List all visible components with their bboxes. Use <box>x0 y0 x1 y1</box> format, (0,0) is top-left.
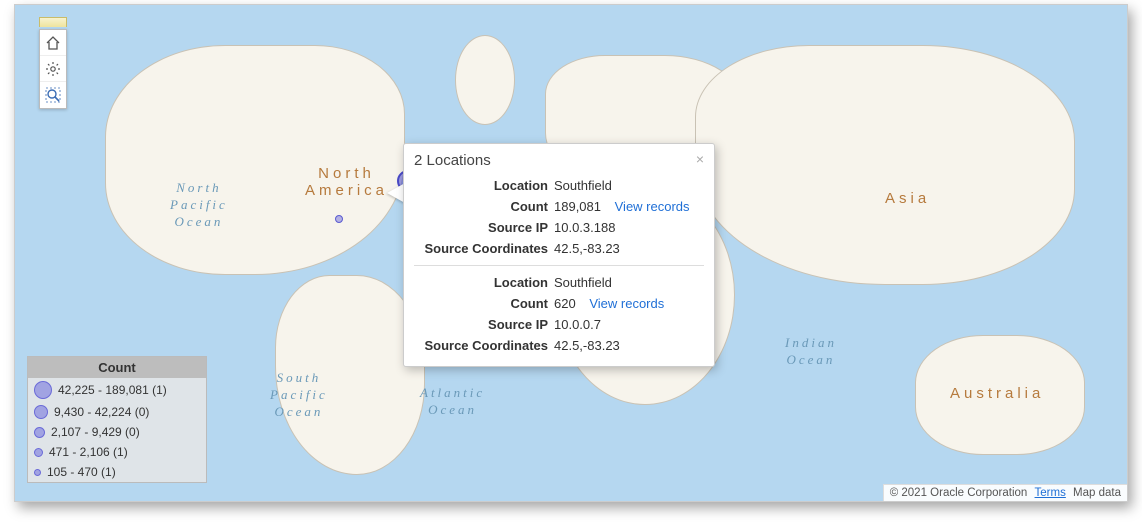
ocean-label-indian: IndianOcean <box>785 335 837 369</box>
popup-key-location: Location <box>414 275 554 290</box>
map-legend: Count 42,225 - 189,081 (1) 9,430 - 42,224… <box>27 356 207 483</box>
legend-range-label: 9,430 - 42,224 (0) <box>54 405 149 419</box>
popup-body: Location Southfield Count 189,081 View r… <box>404 175 714 366</box>
legend-range-label: 105 - 470 (1) <box>47 465 116 479</box>
legend-title: Count <box>28 357 206 378</box>
popup-key-count: Count <box>414 296 554 311</box>
popup-key-coords: Source Coordinates <box>414 338 554 353</box>
view-records-link-0[interactable]: View records <box>615 199 690 214</box>
popup-val-count-0: 189,081 <box>554 199 601 214</box>
ocean-label-atlantic: AtlanticOcean <box>420 385 485 419</box>
legend-dot-icon <box>34 381 52 399</box>
popup-key-sourceip: Source IP <box>414 317 554 332</box>
popup-val-sourceip-0: 10.0.3.188 <box>554 220 704 235</box>
legend-range-label: 42,225 - 189,081 (1) <box>58 383 167 397</box>
popup-separator <box>414 265 704 266</box>
legend-dot-icon <box>34 405 48 419</box>
popup-val-count-1: 620 <box>554 296 576 311</box>
continent-label-asia: Asia <box>885 190 930 207</box>
legend-dot-icon <box>34 448 43 457</box>
popup-key-location: Location <box>414 178 554 193</box>
popup-key-count: Count <box>414 199 554 214</box>
map-attribution: © 2021 Oracle Corporation Terms Map data <box>883 484 1127 501</box>
home-icon <box>45 35 61 51</box>
legend-row: 105 - 470 (1) <box>28 462 206 482</box>
popup-val-coords-1: 42.5,-83.23 <box>554 338 704 353</box>
popup-val-location-1: Southfield <box>554 275 704 290</box>
gear-icon <box>45 61 61 77</box>
toolbar-grip[interactable] <box>39 17 67 27</box>
land-asia <box>695 45 1075 285</box>
terms-link[interactable]: Terms <box>1035 487 1066 499</box>
legend-row: 2,107 - 9,429 (0) <box>28 422 206 442</box>
ocean-label-north-pacific: NorthPacificOcean <box>170 180 228 231</box>
home-button[interactable] <box>40 30 66 56</box>
popup-title: 2 Locations <box>414 152 491 169</box>
popup-key-sourceip: Source IP <box>414 220 554 235</box>
land-north-america <box>105 45 405 275</box>
legend-row: 42,225 - 189,081 (1) <box>28 378 206 402</box>
legend-dot-icon <box>34 427 45 438</box>
settings-button[interactable] <box>40 56 66 82</box>
land-greenland <box>455 35 515 125</box>
legend-range-label: 471 - 2,106 (1) <box>49 445 128 459</box>
continent-label-na: NorthAmerica <box>305 165 388 199</box>
popup-val-coords-0: 42.5,-83.23 <box>554 241 704 256</box>
zoom-area-button[interactable] <box>40 82 66 108</box>
copyright-text: © 2021 Oracle Corporation <box>890 487 1028 499</box>
popup-close-button[interactable]: × <box>696 152 704 166</box>
continent-label-australia: Australia <box>950 385 1044 402</box>
popup-key-coords: Source Coordinates <box>414 241 554 256</box>
ocean-label-south-pacific: SouthPacificOcean <box>270 370 328 421</box>
legend-range-label: 2,107 - 9,429 (0) <box>51 425 140 439</box>
zoom-area-icon <box>45 87 61 103</box>
legend-dot-icon <box>34 469 41 476</box>
map-marker-small[interactable] <box>335 215 343 223</box>
map-popup: 2 Locations × Location Southfield Count … <box>403 143 715 367</box>
legend-row: 471 - 2,106 (1) <box>28 442 206 462</box>
legend-row: 9,430 - 42,224 (0) <box>28 402 206 422</box>
popup-val-location-0: Southfield <box>554 178 704 193</box>
mapdata-text: Map data <box>1073 487 1121 499</box>
map-toolbar <box>39 29 67 109</box>
map-canvas[interactable]: NorthAmerica Asia Australia NorthPacific… <box>14 4 1128 502</box>
view-records-link-1[interactable]: View records <box>589 296 664 311</box>
popup-val-sourceip-1: 10.0.0.7 <box>554 317 704 332</box>
